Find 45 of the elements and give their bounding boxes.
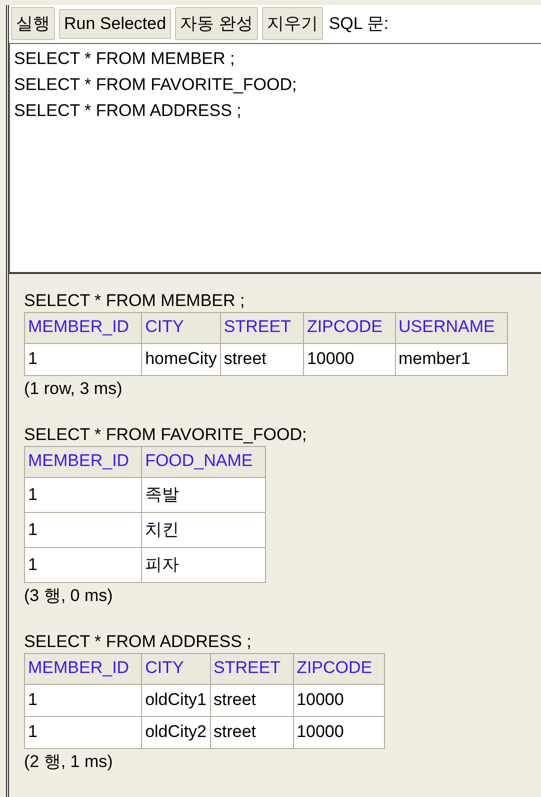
table-cell: homeCity xyxy=(142,344,220,376)
table-cell: 치킨 xyxy=(142,512,266,548)
table-cell: member1 xyxy=(395,344,508,376)
toolbar-button[interactable]: Run Selected xyxy=(59,8,172,38)
sql-line: SELECT * FROM FAVORITE_FOOD; xyxy=(14,74,298,96)
table-cell: 1 xyxy=(24,478,142,512)
table-cell: 1 xyxy=(24,512,142,548)
table-cell: street xyxy=(210,716,294,748)
table-cell: 1 xyxy=(24,548,142,582)
table-cell: street xyxy=(220,344,304,376)
column-header[interactable]: CITY xyxy=(142,312,220,344)
sql-label: SQL 문: xyxy=(328,13,389,35)
result-summary: (3 행, 0 ms) xyxy=(24,585,114,607)
sql-editor[interactable]: SELECT * FROM MEMBER ; SELECT * FROM FAVORITE_FOOD; SELECT * FROM ADDRESS ; xyxy=(9,43,541,274)
table-cell: street xyxy=(210,684,294,716)
sql-line: SELECT * FROM MEMBER ; xyxy=(14,48,236,70)
column-header[interactable]: ZIPCODE xyxy=(293,654,385,684)
toolbar-button[interactable]: 지우기 xyxy=(262,7,323,40)
table-cell: 족발 xyxy=(142,478,266,512)
table-cell: 1 xyxy=(24,684,142,716)
column-header[interactable]: STREET xyxy=(220,312,304,344)
table-cell: oldCity1 xyxy=(142,684,210,716)
toolbar-button[interactable]: 실행 xyxy=(11,7,55,40)
column-header[interactable]: CITY xyxy=(142,654,210,684)
column-header[interactable]: MEMBER_ID xyxy=(24,654,142,684)
column-header[interactable]: MEMBER_ID xyxy=(24,446,142,478)
query-text: SELECT * FROM ADDRESS ; xyxy=(24,631,252,653)
result-summary: (1 row, 3 ms) xyxy=(24,378,124,400)
query-text: SELECT * FROM FAVORITE_FOOD; xyxy=(24,424,308,446)
query-text: SELECT * FROM MEMBER ; xyxy=(24,290,246,312)
toolbar-button[interactable]: 자동 완성 xyxy=(175,7,258,40)
table-cell: 1 xyxy=(24,716,142,748)
column-header[interactable]: USERNAME xyxy=(395,312,508,344)
column-header[interactable]: ZIPCODE xyxy=(303,312,396,344)
table-cell: oldCity2 xyxy=(142,716,210,748)
column-header[interactable]: MEMBER_ID xyxy=(24,312,142,344)
table-cell: 피자 xyxy=(142,548,266,582)
table-cell: 10000 xyxy=(293,684,385,716)
table-cell: 1 xyxy=(24,344,142,376)
table-cell: 10000 xyxy=(303,344,396,376)
sql-line: SELECT * FROM ADDRESS ; xyxy=(14,100,242,122)
table-cell: 10000 xyxy=(293,716,385,748)
column-header[interactable]: STREET xyxy=(210,654,294,684)
result-summary: (2 행, 1 ms) xyxy=(24,751,114,773)
column-header[interactable]: FOOD_NAME xyxy=(142,446,266,478)
